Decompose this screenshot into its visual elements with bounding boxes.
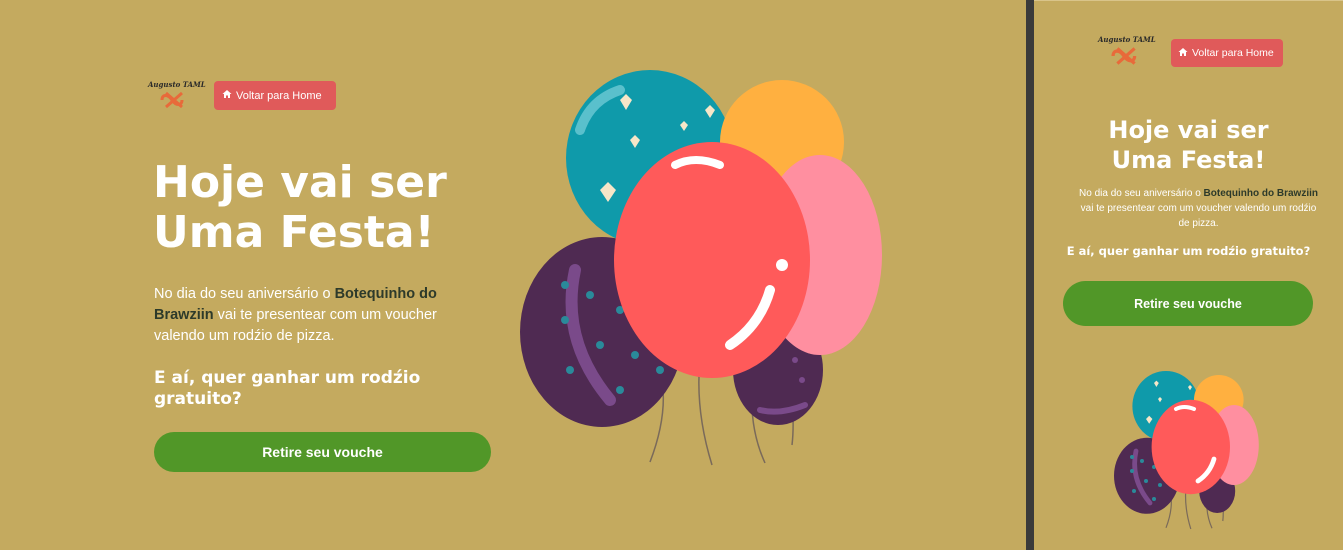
hero-description-mobile: No dia do seu aniversário o Botequinho d…	[1076, 186, 1321, 231]
mobile-view: Augusto TAML Voltar para Home Hoje vai s…	[1034, 0, 1343, 550]
home-button-label-mobile: Voltar para Home	[1192, 47, 1274, 59]
home-button-label: Voltar para Home	[236, 89, 322, 102]
hero-question: E aí, quer ganhar um rodźio gratuito?	[154, 368, 421, 409]
home-button-mobile[interactable]: Voltar para Home	[1171, 39, 1283, 67]
brand-logo-mobile[interactable]: Augusto TAML	[1098, 35, 1156, 68]
brand-logo[interactable]: Augusto TAML	[148, 80, 206, 111]
desc-brand-name-mobile: Botequinho do Brawziin	[1203, 188, 1318, 199]
desc-before-mobile: No dia do seu aniversário o	[1079, 188, 1204, 199]
home-button[interactable]: Voltar para Home	[214, 81, 336, 110]
title-line-1-mobile: Hoje vai ser	[1108, 116, 1269, 144]
page-title-mobile: Hoje vai ser Uma Festa!	[1034, 115, 1343, 175]
desc-before: No dia do seu aniversário o	[154, 286, 335, 302]
logo-mark-icon-mobile	[1111, 47, 1137, 65]
hero-question-mobile: E aí, quer ganhar um rodźio gratuito?	[1066, 244, 1311, 258]
title-line-2-mobile: Uma Festa!	[1111, 146, 1266, 174]
balloons-illustration-mobile	[1114, 371, 1259, 530]
title-line-1: Hoje vai ser	[153, 157, 447, 208]
viewport-divider	[1026, 0, 1034, 550]
cta-button-mobile[interactable]: Retire seu vouche	[1063, 281, 1313, 326]
desktop-view: Augusto TAML Voltar para Home Hoje vai s…	[0, 0, 1026, 550]
page-title: Hoje vai ser Uma Festa!	[153, 158, 447, 258]
title-line-2: Uma Festa!	[153, 207, 435, 258]
logo-text: Augusto TAML	[148, 80, 206, 89]
balloons-illustration	[520, 70, 882, 466]
logo-mark-icon	[160, 91, 184, 109]
home-icon-mobile	[1178, 47, 1188, 60]
hero-description: No dia do seu aniversário o Botequinho d…	[154, 284, 479, 347]
home-icon	[222, 89, 232, 102]
desc-after-mobile: vai te presentear com um voucher valendo…	[1080, 203, 1317, 229]
cta-button[interactable]: Retire seu vouche	[154, 432, 491, 472]
logo-text-mobile: Augusto TAML	[1098, 35, 1156, 44]
